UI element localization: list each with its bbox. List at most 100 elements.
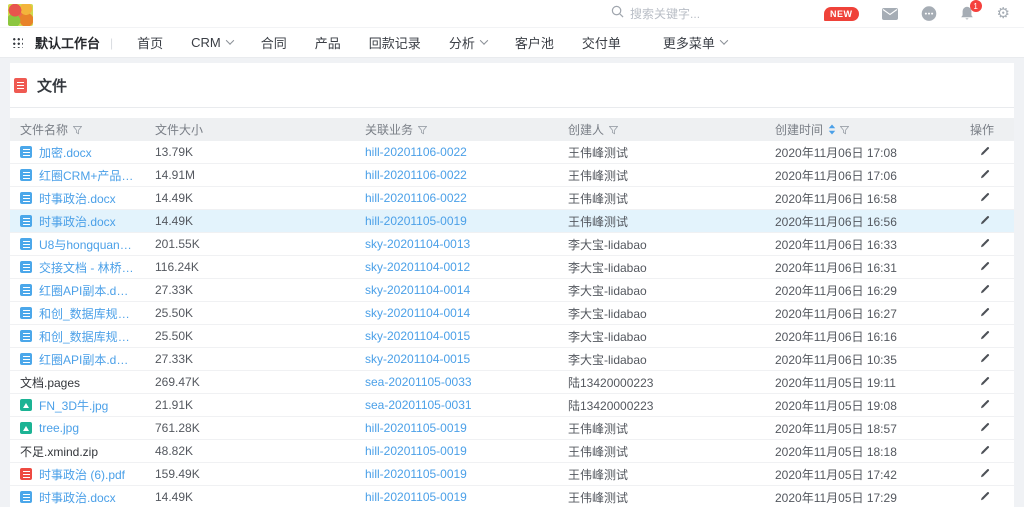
table-row[interactable]: 交接文档 - 林桥.docx116.24Ksky-20201104-0012李大… <box>10 256 1014 279</box>
filter-icon[interactable] <box>418 126 427 135</box>
file-name-link[interactable]: 和创_数据库规范_20171124.doc <box>39 328 135 345</box>
table-row[interactable]: 时事政治.docx14.49Khill-20201106-0022王伟峰测试20… <box>10 187 1014 210</box>
related-business-link[interactable]: sky-20201104-0015 <box>365 329 470 343</box>
file-name-link[interactable]: 和创_数据库规范_20171124.doc <box>39 305 135 322</box>
file-name-link[interactable]: 时事政治.docx <box>39 213 116 230</box>
file-name-link[interactable]: 时事政治.docx <box>39 489 116 506</box>
notification-count-badge: 1 <box>970 0 982 12</box>
edit-icon[interactable] <box>979 352 991 364</box>
edit-icon[interactable] <box>979 490 991 502</box>
related-business-link[interactable]: hill-20201105-0019 <box>365 421 467 435</box>
file-name-link[interactable]: 红圈API副本.docx <box>39 351 135 368</box>
edit-icon[interactable] <box>979 329 991 341</box>
related-business-link[interactable]: hill-20201105-0019 <box>365 444 467 458</box>
table-row[interactable]: 红圈CRM+产品说明201901_前端...14.91Mhill-2020110… <box>10 164 1014 187</box>
file-name-link[interactable]: 交接文档 - 林桥.docx <box>39 259 135 276</box>
file-name-link[interactable]: 加密.docx <box>39 144 92 161</box>
table-row[interactable]: 文档.pages269.47Ksea-20201105-0033陆1342000… <box>10 371 1014 394</box>
edit-icon[interactable] <box>979 306 991 318</box>
docx-file-icon <box>20 307 32 319</box>
nav-item-contract[interactable]: 合同 <box>247 33 301 52</box>
file-name-link[interactable]: tree.jpg <box>39 421 79 435</box>
related-business-link[interactable]: sky-20201104-0014 <box>365 283 470 297</box>
edit-icon[interactable] <box>979 168 991 180</box>
table-row[interactable]: 加密.docx13.79Khill-20201106-0022王伟峰测试2020… <box>10 141 1014 164</box>
related-business-link[interactable]: hill-20201105-0019 <box>365 490 467 504</box>
related-business-link[interactable]: sea-20201105-0033 <box>365 375 472 389</box>
nav-item-home[interactable]: 首页 <box>123 33 177 52</box>
edit-icon[interactable] <box>979 444 991 456</box>
related-business-link[interactable]: sea-20201105-0031 <box>365 398 472 412</box>
edit-icon[interactable] <box>979 237 991 249</box>
edit-icon[interactable] <box>979 398 991 410</box>
file-name-link[interactable]: 红圈API副本.docx <box>39 282 135 299</box>
table-row[interactable]: FN_3D牛.jpg21.91Ksea-20201105-0031陆134200… <box>10 394 1014 417</box>
file-name-link[interactable]: U8与hongquan集成方案.docx <box>39 236 135 253</box>
related-business-link[interactable]: sky-20201104-0013 <box>365 237 470 251</box>
table-row[interactable]: U8与hongquan集成方案.docx201.55Ksky-20201104-… <box>10 233 1014 256</box>
app-grid-icon[interactable] <box>12 37 23 48</box>
notification-bell-icon[interactable]: 1 <box>960 6 974 21</box>
edit-icon[interactable] <box>979 375 991 387</box>
table-row[interactable]: 时事政治.docx14.49Khill-20201105-0019王伟峰测试20… <box>10 210 1014 233</box>
nav-item-pool[interactable]: 客户池 <box>501 33 568 52</box>
related-business-cell: hill-20201106-0022 <box>355 191 558 205</box>
related-business-link[interactable]: hill-20201106-0022 <box>365 191 467 205</box>
search-input[interactable] <box>630 7 770 21</box>
nav-divider: | <box>110 36 113 50</box>
related-business-link[interactable]: hill-20201105-0019 <box>365 214 467 228</box>
related-business-link[interactable]: hill-20201106-0022 <box>365 168 467 182</box>
file-size: 25.50K <box>145 306 355 320</box>
file-name-link[interactable]: 时事政治 (6).pdf <box>39 466 125 483</box>
table-row[interactable]: 时事政治.docx14.49Khill-20201105-0019王伟峰测试20… <box>10 486 1014 507</box>
settings-gear-icon[interactable]: ⚙ <box>997 6 1010 21</box>
filter-icon[interactable] <box>840 126 849 135</box>
nav-item-payment[interactable]: 回款记录 <box>355 33 435 52</box>
file-name-cell: 红圈API副本.docx <box>10 282 145 299</box>
mail-icon[interactable] <box>882 8 898 20</box>
related-business-cell: hill-20201105-0019 <box>355 490 558 504</box>
operation-cell <box>955 306 1014 321</box>
edit-icon[interactable] <box>979 145 991 157</box>
related-business-link[interactable]: hill-20201106-0022 <box>365 145 467 159</box>
nav-item-crm[interactable]: CRM <box>177 35 247 50</box>
creator: 王伟峰测试 <box>558 144 765 161</box>
sort-icon[interactable] <box>828 124 836 135</box>
table-row[interactable]: 红圈API副本.docx27.33Ksky-20201104-0015李大宝-l… <box>10 348 1014 371</box>
related-business-link[interactable]: sky-20201104-0012 <box>365 260 470 274</box>
edit-icon[interactable] <box>979 283 991 295</box>
filter-icon[interactable] <box>609 126 618 135</box>
edit-icon[interactable] <box>979 421 991 433</box>
nav-item-delivery[interactable]: 交付单 <box>568 33 635 52</box>
table-row[interactable]: tree.jpg761.28Khill-20201105-0019王伟峰测试20… <box>10 417 1014 440</box>
global-search[interactable] <box>611 5 786 23</box>
related-business-link[interactable]: hill-20201105-0019 <box>365 467 467 481</box>
new-badge[interactable]: NEW <box>824 7 859 21</box>
table-row[interactable]: 红圈API副本.docx27.33Ksky-20201104-0014李大宝-l… <box>10 279 1014 302</box>
edit-icon[interactable] <box>979 467 991 479</box>
nav-item-analysis[interactable]: 分析 <box>435 33 501 52</box>
table-row[interactable]: 和创_数据库规范_20171124.doc25.50Ksky-20201104-… <box>10 325 1014 348</box>
workspace-title[interactable]: 默认工作台 <box>35 33 100 52</box>
table-row[interactable]: 时事政治 (6).pdf159.49Khill-20201105-0019王伟峰… <box>10 463 1014 486</box>
app-logo[interactable] <box>8 4 33 26</box>
operation-cell <box>955 329 1014 344</box>
file-name-link[interactable]: 红圈CRM+产品说明201901_前端... <box>39 167 135 184</box>
filter-icon[interactable] <box>73 126 82 135</box>
related-business-link[interactable]: sky-20201104-0015 <box>365 352 470 366</box>
file-name-link[interactable]: 时事政治.docx <box>39 190 116 207</box>
creator: 李大宝-lidabao <box>558 236 765 253</box>
edit-icon[interactable] <box>979 191 991 203</box>
table-row[interactable]: 不足.xmind.zip48.82Khill-20201105-0019王伟峰测… <box>10 440 1014 463</box>
nav-item-more-menu[interactable]: 更多菜单 <box>649 33 741 52</box>
edit-icon[interactable] <box>979 214 991 226</box>
table-row[interactable]: 和创_数据库规范_20171124.doc 25.50K sky-20201104-… <box>10 302 1014 325</box>
nav-item-product[interactable]: 产品 <box>301 33 355 52</box>
operation-cell <box>955 145 1014 160</box>
file-name-link[interactable]: FN_3D牛.jpg <box>39 397 108 414</box>
chat-icon[interactable] <box>921 6 937 22</box>
edit-icon[interactable] <box>979 260 991 272</box>
operation-cell <box>955 260 1014 275</box>
related-business-link[interactable]: sky-20201104-0014 <box>365 306 470 320</box>
created-time: 2020年11月06日 17:08 <box>765 144 955 161</box>
